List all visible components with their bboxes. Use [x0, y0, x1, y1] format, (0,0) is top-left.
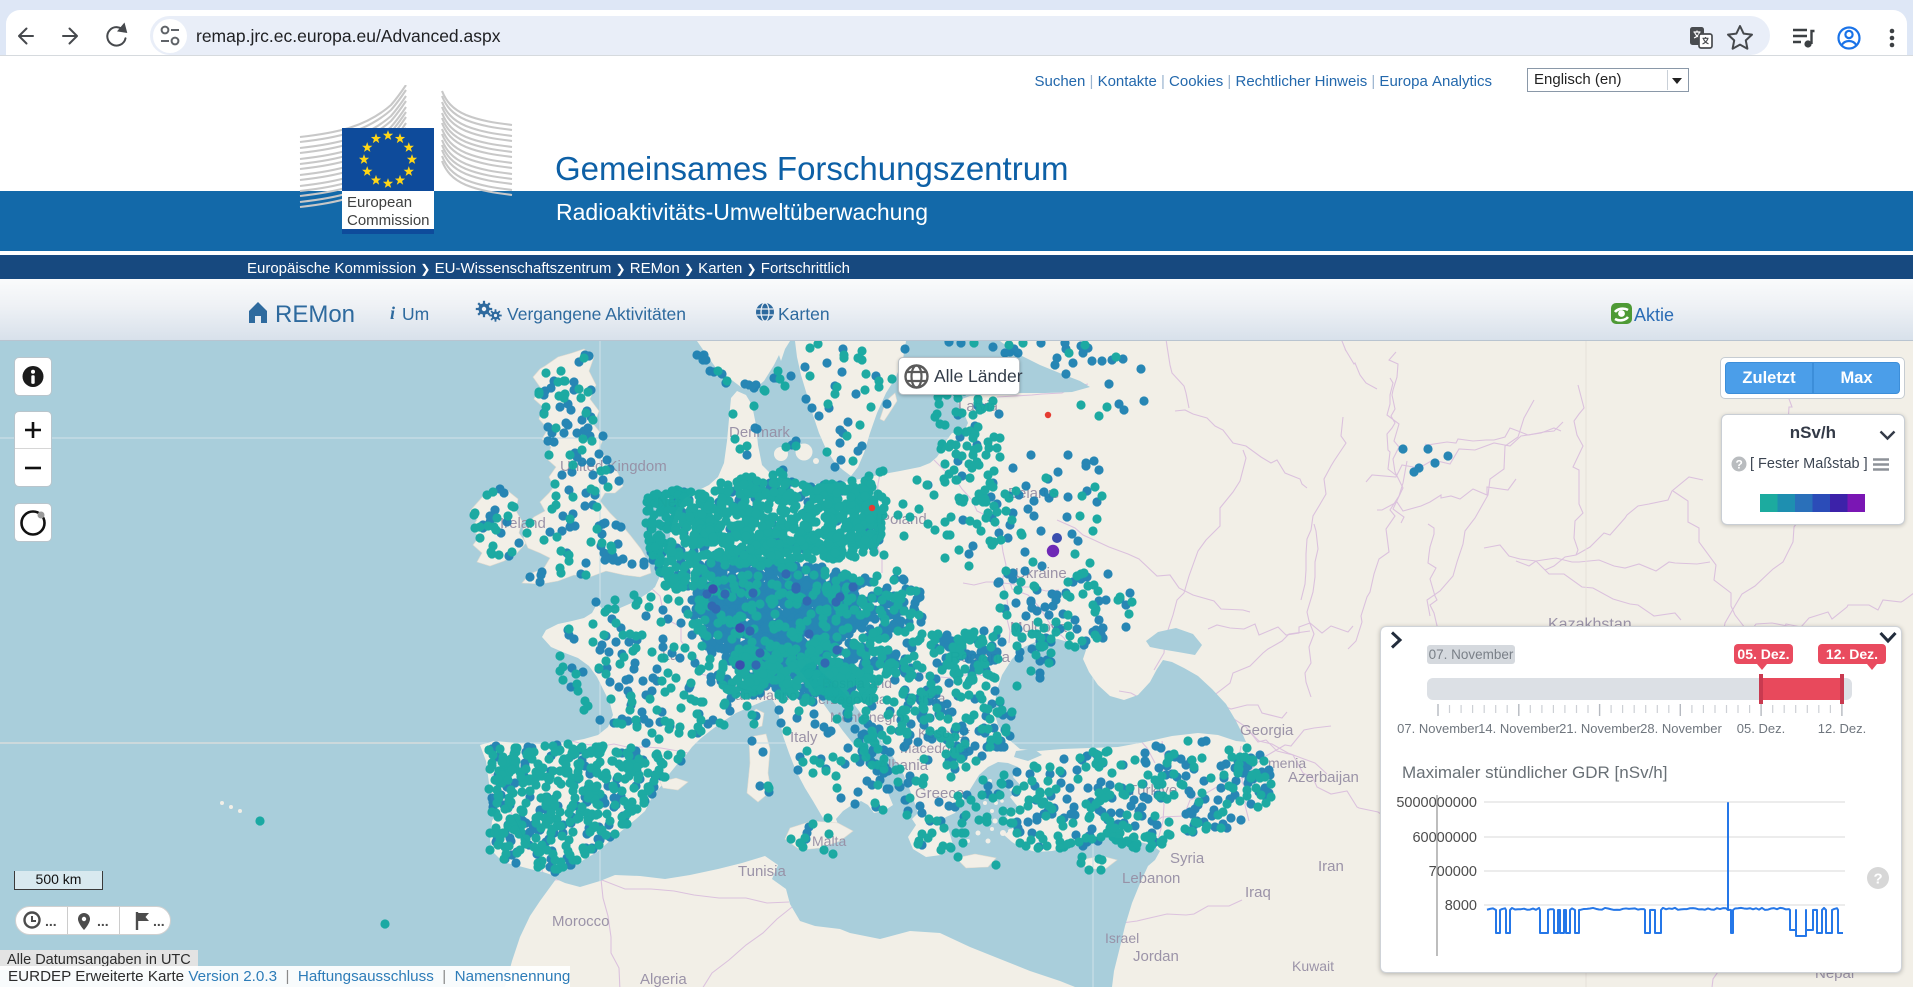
- svg-text:60000000: 60000000: [1412, 830, 1477, 846]
- svg-text:REMon: REMon: [275, 301, 355, 328]
- svg-text:?: ?: [1874, 871, 1883, 888]
- svg-text:...: ...: [97, 913, 109, 929]
- svg-text:Kuwait: Kuwait: [1292, 958, 1334, 974]
- svg-text:Vergangene Aktivitäten: Vergangene Aktivitäten: [507, 304, 686, 324]
- svg-text:Syria: Syria: [1170, 850, 1205, 867]
- svg-text:Iraq: Iraq: [1245, 884, 1271, 901]
- svg-text:Morocco: Morocco: [552, 913, 610, 930]
- svg-text:?: ?: [1736, 458, 1743, 472]
- svg-text:8000: 8000: [1445, 898, 1477, 914]
- svg-text:Georgia: Georgia: [1240, 722, 1294, 739]
- svg-text:Karten: Karten: [778, 304, 830, 324]
- svg-text:Israel: Israel: [1105, 930, 1139, 946]
- svg-text:...: ...: [45, 913, 57, 929]
- svg-text:Jordan: Jordan: [1133, 948, 1179, 965]
- svg-text:Commission: Commission: [347, 212, 430, 229]
- svg-text:Azerbaijan: Azerbaijan: [1288, 769, 1359, 786]
- svg-text:Um: Um: [402, 304, 429, 324]
- svg-text:...: ...: [153, 913, 165, 929]
- svg-text:Algeria: Algeria: [640, 971, 687, 987]
- svg-text:remap.jrc.ec.europa.eu/Advance: remap.jrc.ec.europa.eu/Advanced.aspx: [196, 26, 501, 46]
- svg-text:i: i: [390, 303, 395, 323]
- svg-text:Lebanon: Lebanon: [1122, 870, 1180, 887]
- svg-text:Iran: Iran: [1318, 858, 1344, 875]
- svg-text:700000: 700000: [1429, 864, 1477, 880]
- svg-text:Aktie: Aktie: [1634, 305, 1674, 325]
- svg-text:Italy: Italy: [790, 729, 818, 746]
- svg-text:European: European: [347, 194, 412, 211]
- svg-text:Tunisia: Tunisia: [738, 863, 786, 880]
